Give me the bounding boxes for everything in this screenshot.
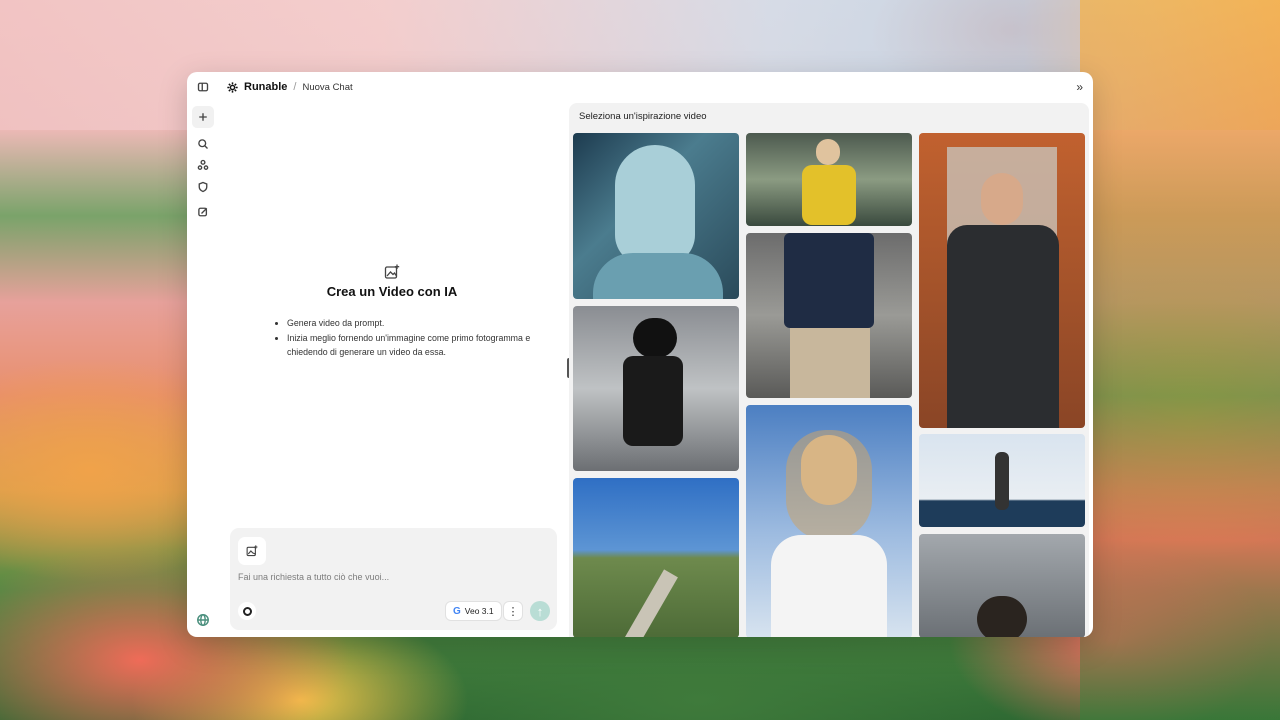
new-chat-button[interactable] [192,106,214,128]
inspiration-panel: Seleziona un'ispirazione video [569,103,1089,637]
add-image-icon [384,264,400,279]
security-button[interactable] [193,177,213,197]
search-button[interactable] [193,134,213,154]
attach-image-button[interactable] [238,537,266,565]
inspiration-tile-suit-man[interactable] [919,133,1085,428]
github-button[interactable] [238,602,256,620]
page-title: Crea un Video con IA [326,284,458,299]
gear-logo-icon [227,81,238,93]
inspiration-tile-jacket-torso[interactable] [746,233,912,398]
search-icon [198,139,208,149]
shield-icon [198,181,208,193]
image-upload-icon [246,545,258,557]
inspiration-tile-bandaged-face[interactable] [573,133,739,299]
app-window: Runable / Nuova Chat » Crea un Video con… [187,72,1093,637]
model-label: Veo 3.1 [464,606,494,616]
inspiration-tile-running-girl[interactable] [573,306,739,471]
inspiration-tile-highway[interactable] [573,478,739,637]
sidebar-toggle-icon[interactable] [193,77,213,97]
tip-item: Genera video da prompt. [287,316,539,331]
plus-icon [199,113,207,121]
breadcrumb-current[interactable]: Nuova Chat [302,82,352,93]
more-options-button[interactable]: ⋮ [503,601,523,621]
background-flowers [1080,0,1280,720]
send-button[interactable]: ↑ [530,601,550,621]
composer: G Veo 3.1 ⋮ ↑ [230,528,557,630]
inspiration-tile-city-portrait[interactable] [919,534,1085,637]
team-button[interactable] [193,155,213,175]
edit-icon [198,207,208,217]
inspiration-tile-yellow-jacket[interactable] [746,133,912,226]
model-selector[interactable]: G Veo 3.1 [445,601,502,621]
collapse-panel-icon[interactable]: » [1076,80,1083,94]
edit-button[interactable] [193,202,213,222]
google-icon: G [453,605,461,617]
breadcrumb-separator: / [293,81,297,93]
inspiration-tile-standing-figure[interactable] [919,434,1085,527]
globe-icon[interactable] [196,613,210,627]
tips-list: Genera video da prompt. Inizia meglio fo… [277,316,539,360]
brand-name[interactable]: Runable [244,81,287,93]
breadcrumb: Runable / Nuova Chat [227,78,353,96]
prompt-input[interactable] [238,572,538,582]
inspiration-tile-snow-woman[interactable] [746,405,912,637]
people-icon [197,159,209,170]
github-icon [242,606,252,616]
left-rail [187,72,219,637]
tip-item: Inizia meglio fornendo un'immagine come … [287,331,539,360]
panel-title: Seleziona un'ispirazione video [579,111,707,122]
